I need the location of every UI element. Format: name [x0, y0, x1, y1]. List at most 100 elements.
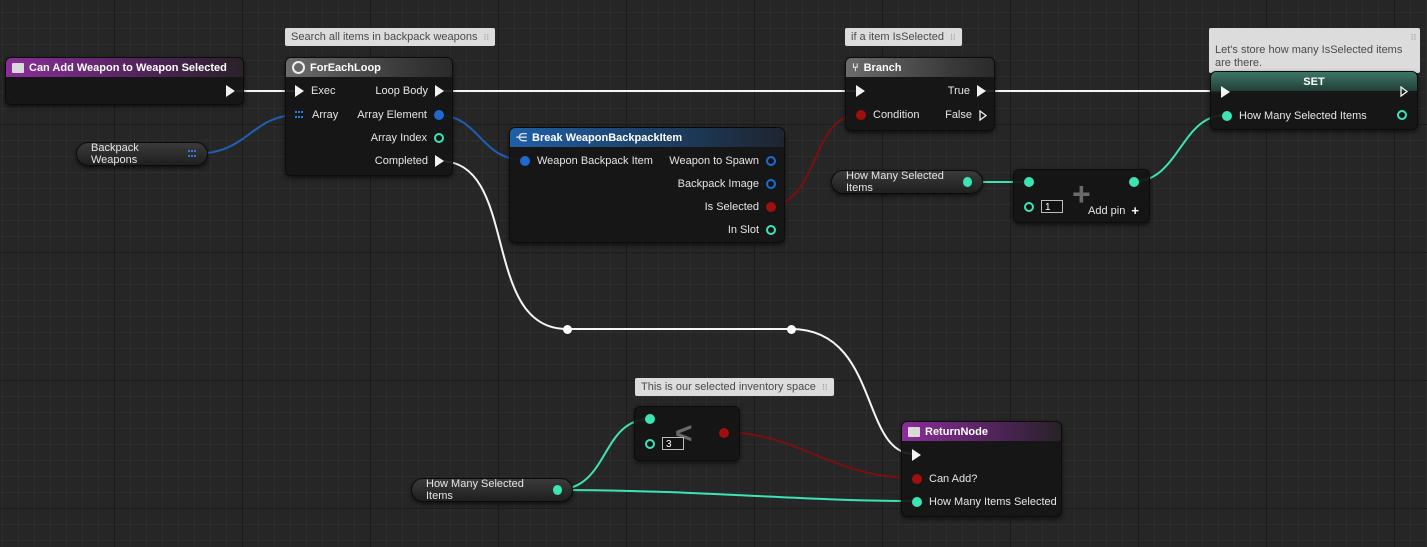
break-struct-node[interactable]: ⋲ Break WeaponBackpackItem Weapon Backpa… — [509, 127, 785, 243]
backpack-weapons-variable[interactable]: Backpack Weapons — [76, 142, 208, 166]
wire-var-howmany — [555, 489, 916, 502]
comment-branch[interactable]: if a item IsSelected ⁝⁝ — [845, 28, 962, 46]
pin-label: Array Element — [357, 109, 427, 121]
branch-node[interactable]: ⑂ Branch Condition True False — [845, 57, 995, 131]
int-pin-icon — [434, 133, 444, 143]
int-pin-icon — [1024, 201, 1034, 212]
foreach-loop-node[interactable]: ForEachLoop Exec Array Loop Body Array E… — [285, 57, 453, 176]
result-out-pin[interactable] — [719, 428, 729, 438]
int-pin-icon — [645, 438, 655, 449]
pin-label: Loop Body — [375, 85, 428, 97]
weapon-to-spawn-pin[interactable]: Weapon to Spawn — [669, 155, 776, 167]
a-in-pin[interactable] — [645, 414, 655, 424]
comment-pin-icon: ⁝⁝ — [1410, 32, 1417, 42]
node-title: ReturnNode — [925, 425, 988, 438]
set-variable-node[interactable]: SET How Many Selected Items — [1210, 71, 1418, 130]
can-add-pin[interactable]: Can Add? — [912, 473, 977, 485]
pin-label: Is Selected — [704, 201, 759, 213]
comment-text: Search all items in backpack weapons — [291, 31, 478, 43]
exec-arrow-icon — [295, 85, 304, 97]
exec-out-pin[interactable] — [1400, 86, 1408, 97]
value-out-pin[interactable] — [1397, 110, 1407, 120]
plus-icon: + — [1131, 203, 1139, 218]
branch-icon: ⑂ — [852, 61, 859, 74]
in-slot-pin[interactable]: In Slot — [728, 224, 776, 236]
exec-arrow-icon — [435, 85, 444, 97]
loop-icon — [292, 61, 305, 74]
pin-label: Array Index — [370, 132, 427, 144]
compare-int-node[interactable]: < 3 — [634, 406, 740, 461]
exec-in-pin[interactable] — [856, 85, 865, 97]
bool-pin-icon — [912, 474, 922, 484]
return-node[interactable]: ReturnNode Can Add? How Many Items Selec… — [901, 421, 1062, 517]
int-pin-icon — [1129, 177, 1139, 187]
bool-pin-icon — [766, 202, 776, 212]
struct-in-pin[interactable]: Weapon Backpack Item — [520, 155, 653, 167]
array-in-pin[interactable]: Array — [295, 109, 338, 121]
a-in-pin[interactable] — [1024, 177, 1034, 187]
node-title: Branch — [863, 61, 902, 74]
object-pin-icon — [766, 179, 776, 189]
pin-label: Backpack Image — [677, 178, 759, 190]
pin-label: How Many Selected Items — [1239, 110, 1367, 122]
completed-pin[interactable]: Completed — [375, 155, 444, 167]
is-selected-pin[interactable]: Is Selected — [705, 201, 776, 213]
node-title: SET — [1303, 75, 1325, 88]
function-entry-node[interactable]: Can Add Weapon to Weapon Selected — [5, 57, 244, 105]
reroute-knot[interactable] — [787, 325, 796, 334]
result-out-pin[interactable] — [1129, 177, 1139, 187]
comment-set[interactable]: Let's store how many IsSelected items ar… — [1209, 28, 1421, 73]
exec-in-pin[interactable]: Exec — [295, 85, 335, 97]
value-field[interactable]: 3 — [662, 437, 684, 450]
exec-out-pin[interactable] — [226, 85, 235, 97]
how-many-selected-variable[interactable]: How Many Selected Items — [831, 170, 983, 194]
exec-arrow-icon — [912, 449, 921, 461]
pin-label: Condition — [873, 109, 920, 121]
b-in-pin[interactable]: 3 — [645, 437, 684, 450]
exec-hollow-icon — [1400, 86, 1408, 97]
how-many-items-selected-pin[interactable]: How Many Items Selected — [912, 496, 1057, 508]
pin-label: True — [947, 85, 970, 97]
int-pin-icon — [766, 225, 776, 235]
true-pin[interactable]: True — [948, 85, 986, 97]
comment-foreach[interactable]: Search all items in backpack weapons ⁝⁝ — [285, 28, 496, 46]
pin-label: Add pin — [1088, 204, 1126, 217]
node-header: ⑂ Branch — [846, 58, 994, 77]
array-index-pin[interactable]: Array Index — [371, 132, 444, 144]
node-header: Can Add Weapon to Weapon Selected — [6, 58, 243, 77]
struct-pin-icon — [434, 110, 444, 120]
pin-label: Completed — [374, 155, 428, 167]
reroute-knot[interactable] — [563, 325, 572, 334]
break-icon: ⋲ — [516, 132, 527, 144]
comment-compare[interactable]: This is our selected inventory space ⁝⁝ — [635, 378, 834, 396]
backpack-image-pin[interactable]: Backpack Image — [678, 178, 776, 190]
false-pin[interactable]: False — [945, 109, 987, 121]
exec-arrow-icon — [1221, 86, 1230, 98]
function-icon — [12, 62, 24, 73]
int-pin-icon — [912, 497, 922, 507]
exec-in-pin[interactable] — [1221, 86, 1230, 98]
pin-label: How Many Items Selected — [929, 496, 1057, 508]
add-pin-button[interactable]: Add pin + — [1088, 203, 1139, 218]
value-in-pin[interactable]: How Many Selected Items — [1222, 110, 1367, 122]
function-icon — [908, 426, 920, 437]
condition-pin[interactable]: Condition — [856, 109, 919, 121]
exec-hollow-icon — [979, 110, 987, 121]
pin-label: False — [945, 109, 972, 121]
how-many-selected-variable[interactable]: How Many Selected Items — [411, 478, 573, 502]
b-in-pin[interactable]: 1 — [1024, 200, 1063, 213]
pin-label: Array — [312, 109, 339, 121]
comment-text: Let's store how many IsSelected items ar… — [1215, 44, 1403, 69]
node-header: ForEachLoop — [286, 58, 452, 77]
node-title: ForEachLoop — [310, 61, 381, 74]
loop-body-pin[interactable]: Loop Body — [375, 85, 444, 97]
class-pin-icon — [766, 156, 776, 166]
array-element-pin[interactable]: Array Element — [357, 109, 444, 121]
pin-label: Weapon to Spawn — [669, 155, 759, 167]
exec-in-pin[interactable] — [912, 449, 921, 461]
comment-pin-icon: ⁝⁝ — [949, 32, 956, 42]
node-title: Can Add Weapon to Weapon Selected — [29, 61, 227, 74]
value-field[interactable]: 1 — [1041, 200, 1063, 213]
add-int-node[interactable]: + 1 Add pin + — [1013, 169, 1150, 223]
int-pin-icon — [1397, 110, 1407, 120]
